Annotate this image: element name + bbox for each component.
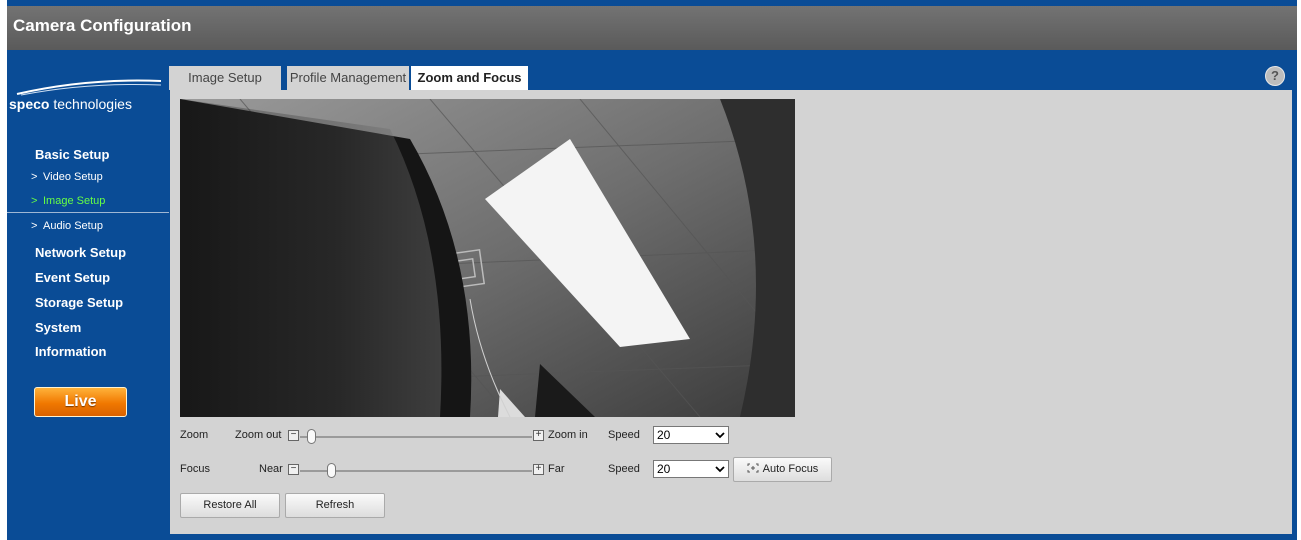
restore-all-button[interactable]: Restore All	[180, 493, 280, 518]
focus-speed-label: Speed	[608, 463, 640, 475]
nav-audio-setup[interactable]: > Audio Setup	[31, 220, 103, 232]
tab-profile-management[interactable]: Profile Management	[287, 66, 409, 90]
zoom-out-button[interactable]: −	[288, 430, 299, 441]
zoom-slider-track[interactable]	[300, 436, 532, 438]
zoom-focus-panel: Zoom Zoom out − + Zoom in Speed 20 Focus…	[170, 90, 1292, 534]
nav-event-setup[interactable]: Event Setup	[35, 270, 110, 285]
zoom-in-label: Zoom in	[548, 429, 588, 441]
refresh-button[interactable]: Refresh	[285, 493, 385, 518]
nav-video-setup[interactable]: > Video Setup	[31, 171, 103, 183]
nav-image-setup-label: Image Setup	[43, 195, 106, 207]
focus-speed-value: 20	[657, 462, 671, 476]
tab-zoom-and-focus[interactable]: Zoom and Focus	[411, 66, 528, 90]
chevron-down-icon	[715, 432, 725, 439]
tab-image-setup[interactable]: Image Setup	[169, 66, 281, 90]
logo-brand-rest: technologies	[49, 96, 132, 112]
nav-network-setup[interactable]: Network Setup	[35, 245, 126, 260]
speco-logo: speco technologies	[7, 78, 163, 122]
auto-focus-button[interactable]: Auto Focus	[733, 457, 832, 482]
zoom-speed-value: 20	[657, 428, 671, 442]
chevron-down-icon	[715, 466, 725, 473]
focus-speed-select[interactable]: 20	[653, 460, 729, 478]
config-window: Camera Configuration speco technologies …	[7, 0, 1297, 540]
live-button[interactable]: Live	[34, 387, 127, 417]
focus-near-label: Near	[259, 463, 283, 475]
zoom-label: Zoom	[180, 429, 209, 441]
logo-swoosh-icon	[16, 79, 162, 96]
nav-information[interactable]: Information	[35, 344, 107, 359]
focus-far-label: Far	[548, 463, 565, 475]
window-title: Camera Configuration	[7, 6, 1297, 50]
focus-label: Focus	[180, 463, 210, 475]
camera-scene-image	[180, 99, 795, 417]
focus-target-icon	[747, 463, 759, 473]
nav-storage-setup[interactable]: Storage Setup	[35, 295, 123, 310]
chevron-right-icon: >	[31, 171, 38, 183]
focus-slider-thumb[interactable]	[326, 463, 336, 478]
chevron-right-icon: >	[31, 220, 38, 232]
logo-brand-bold: speco	[9, 96, 50, 112]
focus-far-button[interactable]: +	[533, 464, 544, 475]
nav-image-setup[interactable]: > Image Setup	[31, 195, 105, 207]
auto-focus-label: Auto Focus	[762, 463, 819, 475]
nav-system[interactable]: System	[35, 320, 81, 335]
zoom-in-button[interactable]: +	[533, 430, 544, 441]
help-icon[interactable]: ?	[1265, 66, 1285, 86]
zoom-speed-select[interactable]: 20	[653, 426, 729, 444]
nav-audio-setup-label: Audio Setup	[43, 220, 103, 232]
focus-near-button[interactable]: −	[288, 464, 299, 475]
zoom-slider-thumb[interactable]	[306, 429, 316, 444]
zoom-speed-label: Speed	[608, 429, 640, 441]
camera-live-view	[180, 99, 795, 417]
nav-divider	[7, 212, 169, 213]
nav-basic-setup[interactable]: Basic Setup	[35, 147, 109, 162]
zoom-out-label: Zoom out	[235, 429, 282, 441]
nav-video-setup-label: Video Setup	[43, 171, 103, 183]
chevron-right-icon: >	[31, 195, 38, 207]
